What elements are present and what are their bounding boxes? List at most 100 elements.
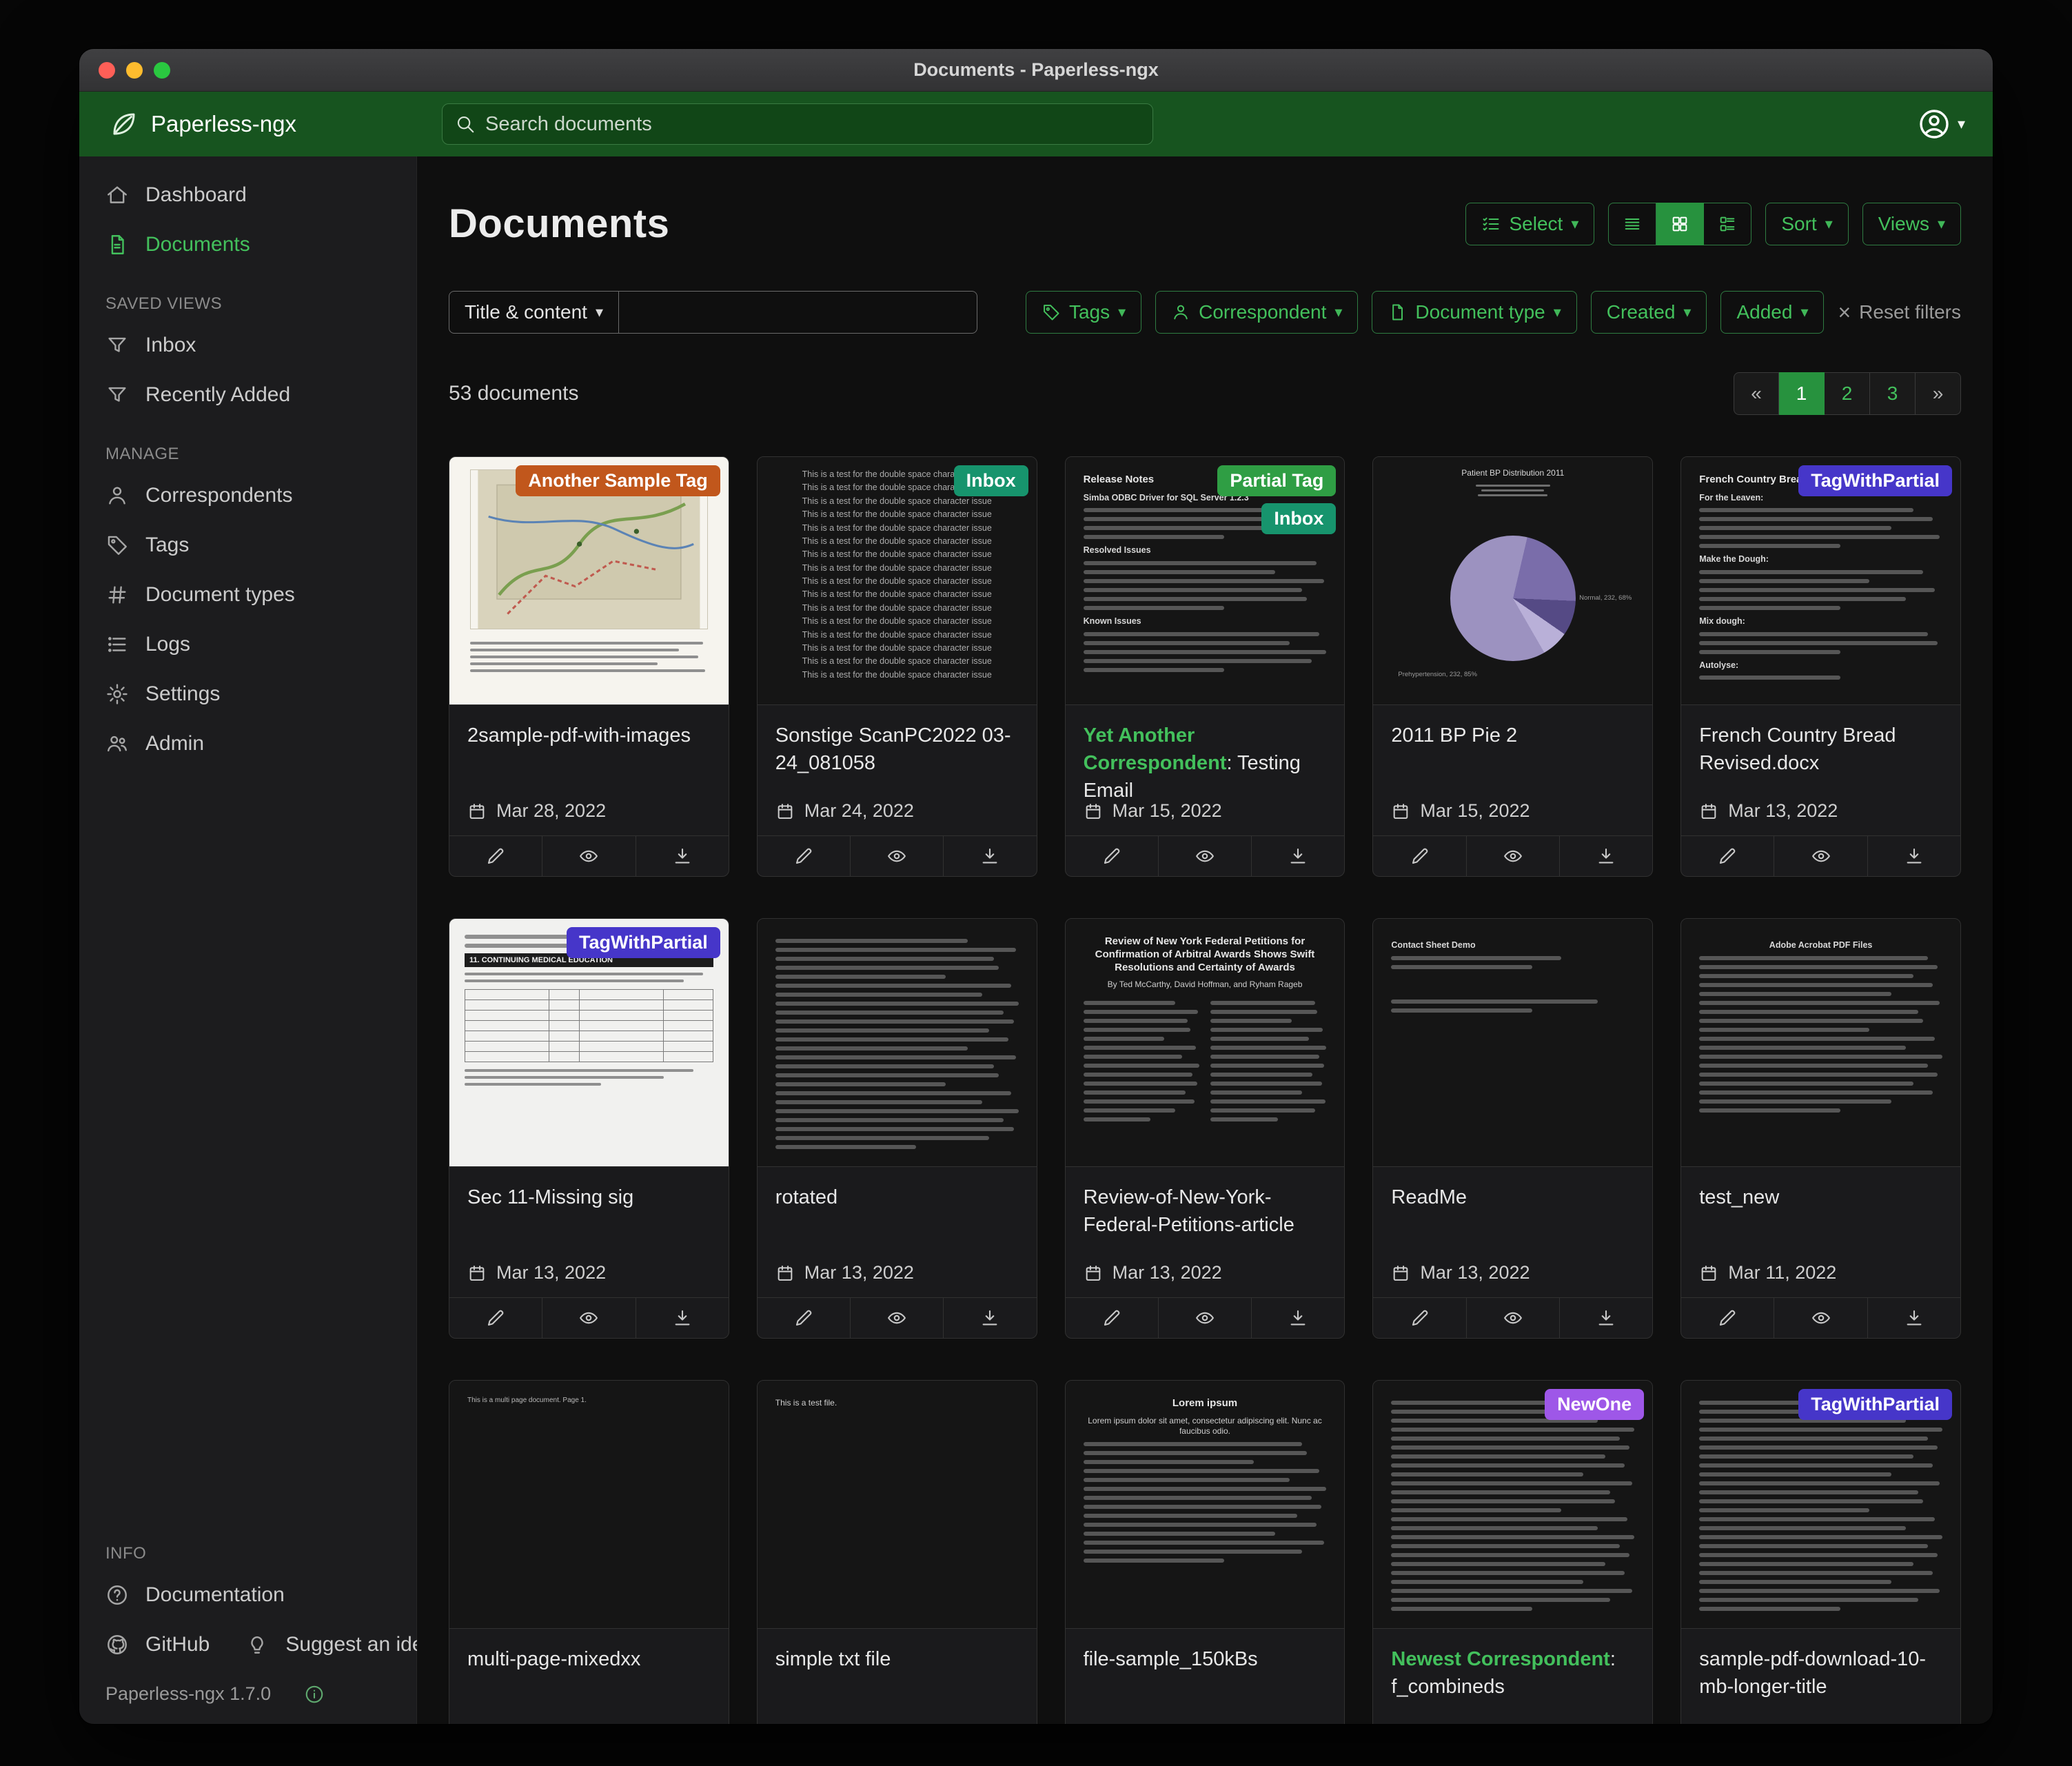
document-title[interactable]: French Country Bread Revised.docx (1699, 722, 1942, 777)
sidebar-item-settings[interactable]: Settings (79, 669, 416, 719)
document-title[interactable]: Sonstige ScanPC2022 03-24_081058 (775, 722, 1019, 777)
view-document-button[interactable] (542, 836, 635, 876)
edit-document-button[interactable] (449, 836, 542, 876)
edit-document-button[interactable] (1373, 1298, 1465, 1338)
tag-chip-inbox[interactable]: Inbox (954, 465, 1028, 496)
document-title[interactable]: Review-of-New-York-Federal-Petitions-art… (1084, 1184, 1327, 1239)
document-thumbnail[interactable]: Adobe Acrobat PDF Files (1681, 919, 1960, 1167)
view-document-button[interactable] (1466, 836, 1559, 876)
tag-chip-tagwithpartial[interactable]: TagWithPartial (1798, 1389, 1952, 1420)
download-document-button[interactable] (636, 836, 729, 876)
search-input[interactable] (485, 113, 1140, 136)
download-document-button[interactable] (1559, 836, 1652, 876)
tag-chip-another-sample-tag[interactable]: Another Sample Tag (516, 465, 720, 496)
sidebar-item-tags[interactable]: Tags (79, 520, 416, 570)
document-title[interactable]: Yet Another Correspondent: Testing Email (1084, 722, 1327, 804)
document-title[interactable]: 2sample-pdf-with-images (467, 722, 711, 749)
sidebar-item-correspondents[interactable]: Correspondents (79, 471, 416, 520)
edit-document-button[interactable] (1373, 836, 1465, 876)
download-document-button[interactable] (1559, 1298, 1652, 1338)
filter-field-button[interactable]: Title & content▾ (449, 291, 619, 334)
view-document-button[interactable] (1158, 1298, 1251, 1338)
document-thumbnail[interactable]: 11. CONTINUING MEDICAL EDUCATION TagWith… (449, 919, 729, 1167)
edit-document-button[interactable] (1066, 836, 1158, 876)
sidebar-item-document-types[interactable]: Document types (79, 570, 416, 620)
filter-correspondent-button[interactable]: Correspondent▾ (1155, 291, 1358, 334)
download-document-button[interactable] (1251, 1298, 1344, 1338)
document-thumbnail[interactable]: Contact Sheet Demo (1373, 919, 1652, 1167)
download-document-button[interactable] (1867, 836, 1960, 876)
filter-query-input[interactable] (619, 291, 977, 334)
document-thumbnail[interactable]: NewOne (1373, 1381, 1652, 1629)
document-thumbnail[interactable] (758, 919, 1037, 1167)
download-document-button[interactable] (1251, 836, 1344, 876)
pagination-prev-button[interactable]: « (1734, 372, 1779, 415)
user-menu[interactable]: ▾ (1918, 108, 1965, 141)
sidebar-item-admin[interactable]: Admin (79, 719, 416, 769)
view-mode-detail-button[interactable] (1704, 203, 1751, 245)
sidebar-item-documentation[interactable]: Documentation (79, 1570, 416, 1620)
view-document-button[interactable] (542, 1298, 635, 1338)
filter-created-button[interactable]: Created▾ (1591, 291, 1707, 334)
document-title[interactable]: simple txt file (775, 1645, 1019, 1673)
view-document-button[interactable] (1466, 1298, 1559, 1338)
edit-document-button[interactable] (449, 1298, 542, 1338)
document-title[interactable]: Newest Correspondent: f_combineds (1391, 1645, 1634, 1701)
sidebar-item-dashboard[interactable]: Dashboard (79, 170, 416, 220)
document-title[interactable]: file-sample_150kBs (1084, 1645, 1327, 1673)
download-document-button[interactable] (1867, 1298, 1960, 1338)
views-button[interactable]: Views▾ (1862, 203, 1961, 245)
sidebar-item-suggest-an-idea[interactable]: Suggest an idea (219, 1620, 445, 1669)
card-correspondent-link[interactable]: Newest Correspondent (1391, 1648, 1609, 1670)
filter-tags-button[interactable]: Tags▾ (1026, 291, 1141, 334)
download-document-button[interactable] (943, 836, 1036, 876)
view-document-button[interactable] (850, 1298, 943, 1338)
document-thumbnail[interactable]: Review of New York Federal Petitions for… (1066, 919, 1345, 1167)
document-title[interactable]: rotated (775, 1184, 1019, 1211)
filter-added-button[interactable]: Added▾ (1720, 291, 1824, 334)
document-thumbnail[interactable]: TagWithPartial (1681, 1381, 1960, 1629)
pagination-next-button[interactable]: » (1916, 372, 1961, 415)
app-brand[interactable]: Paperless-ngx (79, 110, 296, 139)
zoom-window-button[interactable] (154, 62, 170, 79)
view-mode-list-button[interactable] (1608, 203, 1656, 245)
document-title[interactable]: multi-page-mixedxx (467, 1645, 711, 1673)
document-thumbnail[interactable]: French Country BreadFor the Leaven:Make … (1681, 457, 1960, 705)
sidebar-item-documents[interactable]: Documents (79, 220, 416, 270)
document-thumbnail[interactable]: Patient BP Distribution 2011 Normal, 232… (1373, 457, 1652, 705)
edit-document-button[interactable] (758, 836, 850, 876)
reset-filters-button[interactable]: ×Reset filters (1838, 301, 1961, 323)
tag-chip-inbox[interactable]: Inbox (1261, 503, 1336, 534)
document-thumbnail[interactable]: Release NotesSimba ODBC Driver for SQL S… (1066, 457, 1345, 705)
pagination-page-2-button[interactable]: 2 (1825, 372, 1870, 415)
document-thumbnail[interactable]: Another Sample Tag (449, 457, 729, 705)
sidebar-item-logs[interactable]: Logs (79, 620, 416, 669)
view-document-button[interactable] (1774, 1298, 1867, 1338)
edit-document-button[interactable] (1681, 1298, 1774, 1338)
tag-chip-tagwithpartial[interactable]: TagWithPartial (1798, 465, 1952, 496)
document-title[interactable]: sample-pdf-download-10-mb-longer-title (1699, 1645, 1942, 1701)
close-window-button[interactable] (99, 62, 115, 79)
document-title[interactable]: 2011 BP Pie 2 (1391, 722, 1634, 749)
view-mode-grid-button[interactable] (1656, 203, 1704, 245)
sidebar-item-recently-added[interactable]: Recently Added (79, 370, 416, 420)
sort-button[interactable]: Sort▾ (1765, 203, 1848, 245)
view-document-button[interactable] (1158, 836, 1251, 876)
edit-document-button[interactable] (1066, 1298, 1158, 1338)
document-title[interactable]: Sec 11-Missing sig (467, 1184, 711, 1211)
card-correspondent-link[interactable]: Yet Another Correspondent (1084, 724, 1227, 774)
pagination-page-1-button[interactable]: 1 (1779, 372, 1825, 415)
tag-chip-tagwithpartial[interactable]: TagWithPartial (567, 927, 720, 958)
edit-document-button[interactable] (1681, 836, 1774, 876)
document-title[interactable]: test_new (1699, 1184, 1942, 1211)
document-title[interactable]: ReadMe (1391, 1184, 1634, 1211)
minimize-window-button[interactable] (126, 62, 143, 79)
pagination-page-3-button[interactable]: 3 (1870, 372, 1916, 415)
sidebar-item-inbox[interactable]: Inbox (79, 321, 416, 370)
edit-document-button[interactable] (758, 1298, 850, 1338)
filter-document-type-button[interactable]: Document type▾ (1372, 291, 1576, 334)
view-document-button[interactable] (850, 836, 943, 876)
document-thumbnail[interactable]: This is a test file. (758, 1381, 1037, 1629)
view-document-button[interactable] (1774, 836, 1867, 876)
tag-chip-partial-tag[interactable]: Partial Tag (1217, 465, 1336, 496)
